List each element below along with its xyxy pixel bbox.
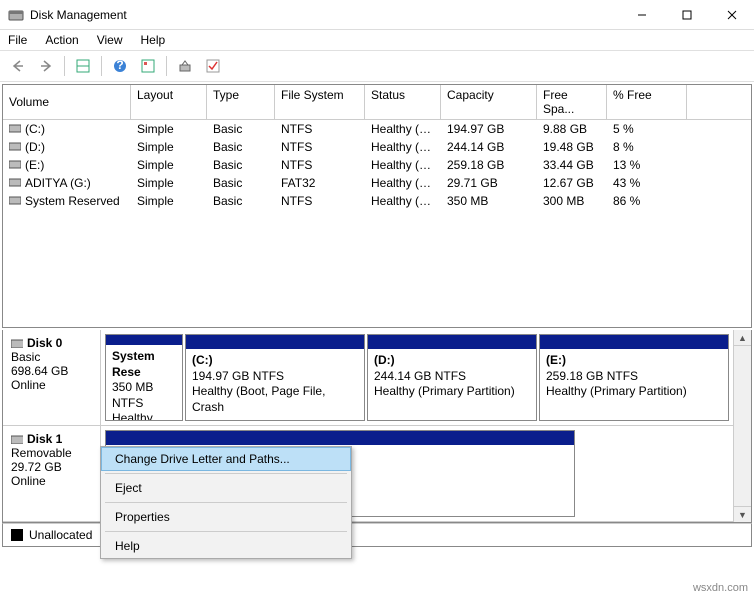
menubar: File Action View Help: [0, 30, 754, 50]
menu-file[interactable]: File: [8, 33, 27, 47]
col-layout[interactable]: Layout: [131, 85, 207, 119]
back-button[interactable]: [6, 54, 30, 78]
menu-item-help[interactable]: Help: [101, 534, 351, 558]
menu-item-eject[interactable]: Eject: [101, 476, 351, 500]
volume-list-header: Volume Layout Type File System Status Ca…: [3, 85, 751, 120]
minimize-button[interactable]: [619, 0, 664, 30]
menu-view[interactable]: View: [97, 33, 123, 47]
scroll-up-icon[interactable]: ▲: [734, 330, 751, 346]
volume-list: Volume Layout Type File System Status Ca…: [2, 84, 752, 328]
col-free[interactable]: Free Spa...: [537, 85, 607, 119]
disk1-label[interactable]: Disk 1 Removable 29.72 GB Online: [3, 426, 101, 521]
col-capacity[interactable]: Capacity: [441, 85, 537, 119]
col-volume[interactable]: Volume: [3, 85, 131, 119]
window-title: Disk Management: [30, 8, 619, 22]
menu-action[interactable]: Action: [45, 33, 78, 47]
check-icon[interactable]: [201, 54, 225, 78]
menu-help[interactable]: Help: [141, 33, 166, 47]
partition-e[interactable]: (E:)259.18 GB NTFSHealthy (Primary Parti…: [539, 334, 729, 421]
col-pfree[interactable]: % Free: [607, 85, 687, 119]
app-icon: [8, 7, 24, 23]
volume-row[interactable]: ADITYA (G:)SimpleBasicFAT32Healthy (P...…: [3, 174, 751, 192]
partition-d[interactable]: (D:)244.14 GB NTFSHealthy (Primary Parti…: [367, 334, 537, 421]
menu-item-change-drive-letter[interactable]: Change Drive Letter and Paths...: [101, 447, 351, 471]
volume-row[interactable]: System ReservedSimpleBasicNTFSHealthy (S…: [3, 192, 751, 210]
scroll-down-icon[interactable]: ▼: [734, 506, 751, 522]
volume-row[interactable]: (E:)SimpleBasicNTFSHealthy (P...259.18 G…: [3, 156, 751, 174]
partition-c[interactable]: (C:)194.97 GB NTFSHealthy (Boot, Page Fi…: [185, 334, 365, 421]
close-button[interactable]: [709, 0, 754, 30]
partition-system-reserved[interactable]: System Rese350 MB NTFSHealthy (Syst: [105, 334, 183, 421]
watermark: wsxdn.com: [693, 582, 748, 594]
legend-unallocated: Unallocated: [29, 528, 92, 542]
help-icon[interactable]: ?: [108, 54, 132, 78]
context-menu: Change Drive Letter and Paths... Eject P…: [100, 446, 352, 559]
titlebar: Disk Management: [0, 0, 754, 30]
forward-button[interactable]: [34, 54, 58, 78]
maximize-button[interactable]: [664, 0, 709, 30]
col-status[interactable]: Status: [365, 85, 441, 119]
view-split-icon[interactable]: [71, 54, 95, 78]
volume-row[interactable]: (D:)SimpleBasicNTFSHealthy (P...244.14 G…: [3, 138, 751, 156]
settings-icon[interactable]: [136, 54, 160, 78]
col-fs[interactable]: File System: [275, 85, 365, 119]
refresh-icon[interactable]: [173, 54, 197, 78]
legend-swatch-unallocated: [11, 529, 23, 541]
menu-item-properties[interactable]: Properties: [101, 505, 351, 529]
disk0-label[interactable]: Disk 0 Basic 698.64 GB Online: [3, 330, 101, 425]
scrollbar[interactable]: ▲ ▼: [733, 330, 751, 522]
disk0-row: Disk 0 Basic 698.64 GB Online System Res…: [3, 330, 733, 426]
svg-text:?: ?: [116, 59, 123, 72]
volume-row[interactable]: (C:)SimpleBasicNTFSHealthy (B...194.97 G…: [3, 120, 751, 138]
toolbar: ?: [0, 50, 754, 82]
col-type[interactable]: Type: [207, 85, 275, 119]
